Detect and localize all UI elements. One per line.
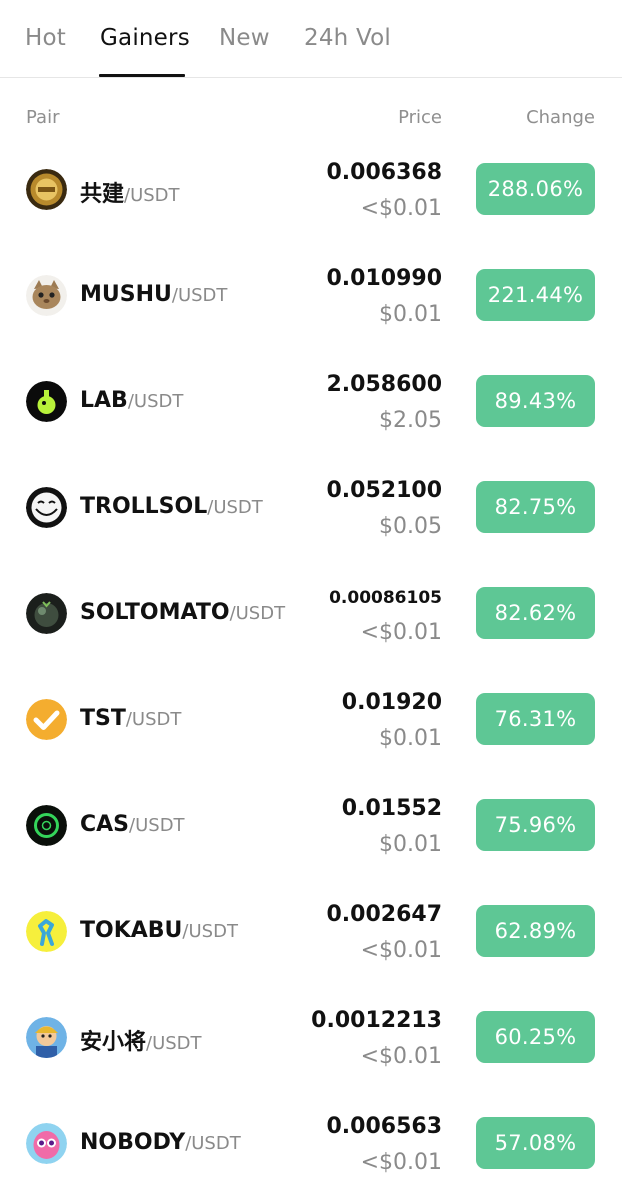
- fiat-price: <$0.01: [360, 1150, 442, 1175]
- change-badge[interactable]: 60.25%: [476, 1011, 595, 1063]
- pink-mascot-icon: [26, 1123, 67, 1164]
- pair-name: CAS/USDT: [80, 812, 185, 837]
- change-badge[interactable]: 89.43%: [476, 375, 595, 427]
- change-badge[interactable]: 57.08%: [476, 1117, 595, 1169]
- fiat-price: $0.01: [379, 726, 442, 751]
- last-price: 0.01552: [341, 796, 442, 821]
- change-badge[interactable]: 288.06%: [476, 163, 595, 215]
- change-badge[interactable]: 82.75%: [476, 481, 595, 533]
- last-price: 0.010990: [326, 266, 442, 291]
- ring-icon: [26, 805, 67, 846]
- tab-new[interactable]: New: [219, 25, 270, 51]
- active-tab-indicator: [99, 74, 185, 77]
- pair-name: 共建/USDT: [80, 182, 180, 207]
- pair-name: TROLLSOL/USDT: [80, 494, 263, 519]
- table-row[interactable]: SOLTOMATO/USDT 0.00086105 <$0.01 82.62%: [0, 566, 622, 672]
- change-badge[interactable]: 62.89%: [476, 905, 595, 957]
- column-header-price[interactable]: Price: [398, 107, 442, 128]
- fiat-price: <$0.01: [360, 1044, 442, 1069]
- table-row[interactable]: TST/USDT 0.01920 $0.01 76.31%: [0, 672, 622, 778]
- cartoon-boy-icon: [26, 1017, 67, 1058]
- table-row[interactable]: MUSHU/USDT 0.010990 $0.01 221.44%: [0, 248, 622, 354]
- pair-name: NOBODY/USDT: [80, 1130, 241, 1155]
- last-price: 0.002647: [326, 902, 442, 927]
- tab-hot[interactable]: Hot: [25, 25, 66, 51]
- cat-icon: [26, 275, 67, 316]
- change-badge[interactable]: 82.62%: [476, 587, 595, 639]
- pair-name: LAB/USDT: [80, 388, 184, 413]
- market-tabs: Hot Gainers New 24h Vol: [0, 0, 622, 78]
- last-price: 0.006563: [326, 1114, 442, 1139]
- fiat-price: <$0.01: [360, 196, 442, 221]
- pair-name: TOKABU/USDT: [80, 918, 238, 943]
- last-price: 0.01920: [341, 690, 442, 715]
- last-price: 2.058600: [326, 372, 442, 397]
- tab-24h-vol[interactable]: 24h Vol: [304, 25, 391, 51]
- trollface-icon: [26, 487, 67, 528]
- change-badge[interactable]: 221.44%: [476, 269, 595, 321]
- fiat-price: $0.01: [379, 832, 442, 857]
- column-header-change[interactable]: Change: [526, 107, 595, 128]
- table-row[interactable]: 共建/USDT 0.006368 <$0.01 288.06%: [0, 142, 622, 248]
- tab-gainers[interactable]: Gainers: [100, 25, 190, 51]
- fiat-price: <$0.01: [360, 620, 442, 645]
- fiat-price: $2.05: [379, 408, 442, 433]
- last-price: 0.052100: [326, 478, 442, 503]
- fiat-price: <$0.01: [360, 938, 442, 963]
- pair-name: TST/USDT: [80, 706, 182, 731]
- table-row[interactable]: 安小将/USDT 0.0012213 <$0.01 60.25%: [0, 990, 622, 1096]
- pair-name: 安小将/USDT: [80, 1030, 202, 1055]
- gold-coin-icon: [26, 169, 67, 210]
- last-price: 0.0012213: [311, 1008, 442, 1033]
- flask-icon: [26, 381, 67, 422]
- dino-icon: [26, 911, 67, 952]
- table-row[interactable]: TROLLSOL/USDT 0.052100 $0.05 82.75%: [0, 460, 622, 566]
- fiat-price: $0.01: [379, 302, 442, 327]
- change-badge[interactable]: 75.96%: [476, 799, 595, 851]
- table-row[interactable]: LAB/USDT 2.058600 $2.05 89.43%: [0, 354, 622, 460]
- last-price: 0.00086105: [329, 588, 442, 608]
- change-badge[interactable]: 76.31%: [476, 693, 595, 745]
- column-header-pair[interactable]: Pair: [26, 107, 59, 128]
- tomato-icon: [26, 593, 67, 634]
- pair-name: MUSHU/USDT: [80, 282, 228, 307]
- checkmark-icon: [26, 699, 67, 740]
- last-price: 0.006368: [326, 160, 442, 185]
- table-row[interactable]: TOKABU/USDT 0.002647 <$0.01 62.89%: [0, 884, 622, 990]
- fiat-price: $0.05: [379, 514, 442, 539]
- table-row[interactable]: CAS/USDT 0.01552 $0.01 75.96%: [0, 778, 622, 884]
- table-row[interactable]: NOBODY/USDT 0.006563 <$0.01 57.08%: [0, 1096, 622, 1199]
- pair-name: SOLTOMATO/USDT: [80, 600, 286, 625]
